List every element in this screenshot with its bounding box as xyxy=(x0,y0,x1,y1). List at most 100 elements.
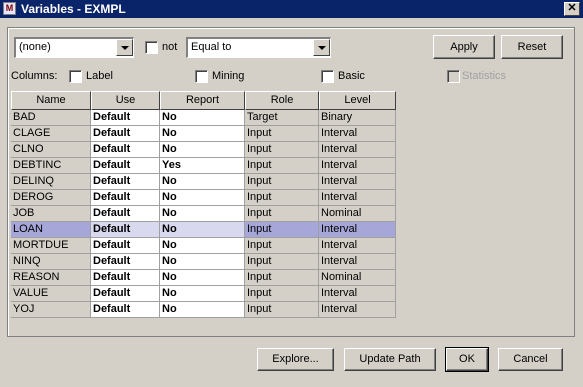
cell-use[interactable]: Default xyxy=(91,238,160,254)
update-path-button[interactable]: Update Path xyxy=(344,348,436,371)
cell-report[interactable]: No xyxy=(160,206,245,222)
apply-button[interactable]: Apply xyxy=(433,35,495,59)
cell-role[interactable]: Input xyxy=(245,286,319,302)
cell-level[interactable]: Nominal xyxy=(319,206,396,222)
columns-label-checkbox[interactable] xyxy=(69,70,82,83)
cell-level[interactable]: Interval xyxy=(319,286,396,302)
cell-use[interactable]: Default xyxy=(91,206,160,222)
cell-name[interactable]: YOJ xyxy=(11,302,91,318)
header-level[interactable]: Level xyxy=(319,91,396,110)
cell-name[interactable]: LOAN xyxy=(11,222,91,238)
cell-role[interactable]: Input xyxy=(245,254,319,270)
cell-level[interactable]: Interval xyxy=(319,302,396,318)
reset-button[interactable]: Reset xyxy=(501,35,563,59)
cell-use[interactable]: Default xyxy=(91,142,160,158)
cell-use[interactable]: Default xyxy=(91,158,160,174)
cell-report[interactable]: No xyxy=(160,254,245,270)
cell-name[interactable]: CLNO xyxy=(11,142,91,158)
cell-use[interactable]: Default xyxy=(91,302,160,318)
cell-report[interactable]: No xyxy=(160,126,245,142)
columns-mining-checkbox[interactable] xyxy=(195,70,208,83)
cell-report[interactable]: No xyxy=(160,222,245,238)
cell-level[interactable]: Nominal xyxy=(319,270,396,286)
header-role[interactable]: Role xyxy=(245,91,319,110)
cell-use[interactable]: Default xyxy=(91,222,160,238)
cell-use[interactable]: Default xyxy=(91,174,160,190)
cell-level[interactable]: Interval xyxy=(319,158,396,174)
cell-level[interactable]: Interval xyxy=(319,222,396,238)
table-row[interactable]: CLNO Default No Input Interval xyxy=(11,142,396,158)
cell-role[interactable]: Input xyxy=(245,174,319,190)
cell-role[interactable]: Input xyxy=(245,142,319,158)
table-row[interactable]: NINQ Default No Input Interval xyxy=(11,254,396,270)
table-row[interactable]: YOJ Default No Input Interval xyxy=(11,302,396,318)
table-row[interactable]: DEBTINC Default Yes Input Interval xyxy=(11,158,396,174)
cell-level[interactable]: Interval xyxy=(319,126,396,142)
cell-name[interactable]: DEBTINC xyxy=(11,158,91,174)
cell-role[interactable]: Input xyxy=(245,238,319,254)
cell-name[interactable]: DELINQ xyxy=(11,174,91,190)
cell-role[interactable]: Input xyxy=(245,270,319,286)
field-select-dropdown-button[interactable] xyxy=(116,39,133,56)
reset-button-label: Reset xyxy=(517,41,547,53)
cell-level[interactable]: Interval xyxy=(319,174,396,190)
cell-use[interactable]: Default xyxy=(91,110,160,126)
table-row[interactable]: VALUE Default No Input Interval xyxy=(11,286,396,302)
table-row[interactable]: CLAGE Default No Input Interval xyxy=(11,126,396,142)
cell-level[interactable]: Interval xyxy=(319,142,396,158)
table-row[interactable]: MORTDUE Default No Input Interval xyxy=(11,238,396,254)
operator-select[interactable]: Equal to xyxy=(186,37,331,58)
table-row[interactable]: DEROG Default No Input Interval xyxy=(11,190,396,206)
cell-report[interactable]: No xyxy=(160,270,245,286)
window-title: Variables - EXMPL xyxy=(21,2,126,16)
cell-name[interactable]: JOB xyxy=(11,206,91,222)
columns-basic-checkbox[interactable] xyxy=(321,70,334,83)
cell-report[interactable]: No xyxy=(160,286,245,302)
ok-button[interactable]: OK xyxy=(445,347,489,372)
cell-use[interactable]: Default xyxy=(91,286,160,302)
cell-level[interactable]: Binary xyxy=(319,110,396,126)
table-row[interactable]: DELINQ Default No Input Interval xyxy=(11,174,396,190)
cancel-button[interactable]: Cancel xyxy=(498,348,563,371)
explore-button[interactable]: Explore... xyxy=(257,348,334,371)
cell-role[interactable]: Target xyxy=(245,110,319,126)
cell-role[interactable]: Input xyxy=(245,158,319,174)
cell-report[interactable]: No xyxy=(160,238,245,254)
cell-name[interactable]: BAD xyxy=(11,110,91,126)
cell-name[interactable]: MORTDUE xyxy=(11,238,91,254)
cell-role[interactable]: Input xyxy=(245,302,319,318)
cell-role[interactable]: Input xyxy=(245,190,319,206)
header-use[interactable]: Use xyxy=(91,91,160,110)
table-row[interactable]: REASON Default No Input Nominal xyxy=(11,270,396,286)
cell-role[interactable]: Input xyxy=(245,206,319,222)
cell-use[interactable]: Default xyxy=(91,126,160,142)
cell-report[interactable]: No xyxy=(160,190,245,206)
table-row[interactable]: LOAN Default No Input Interval xyxy=(11,222,396,238)
cell-use[interactable]: Default xyxy=(91,254,160,270)
cell-name[interactable]: DEROG xyxy=(11,190,91,206)
table-row[interactable]: JOB Default No Input Nominal xyxy=(11,206,396,222)
close-icon[interactable]: ✕ xyxy=(564,2,580,16)
cell-name[interactable]: CLAGE xyxy=(11,126,91,142)
cell-level[interactable]: Interval xyxy=(319,254,396,270)
cell-report[interactable]: No xyxy=(160,142,245,158)
cell-report[interactable]: No xyxy=(160,174,245,190)
cell-name[interactable]: NINQ xyxy=(11,254,91,270)
cell-level[interactable]: Interval xyxy=(319,238,396,254)
cell-name[interactable]: VALUE xyxy=(11,286,91,302)
cell-report[interactable]: No xyxy=(160,302,245,318)
not-checkbox[interactable] xyxy=(145,41,158,54)
cell-use[interactable]: Default xyxy=(91,190,160,206)
field-select[interactable]: (none) xyxy=(14,37,134,58)
operator-select-dropdown-button[interactable] xyxy=(313,39,330,56)
table-row[interactable]: BAD Default No Target Binary xyxy=(11,110,396,126)
cell-report[interactable]: No xyxy=(160,110,245,126)
cell-name[interactable]: REASON xyxy=(11,270,91,286)
cell-level[interactable]: Interval xyxy=(319,190,396,206)
header-report[interactable]: Report xyxy=(160,91,245,110)
header-name[interactable]: Name xyxy=(11,91,91,110)
cell-role[interactable]: Input xyxy=(245,126,319,142)
cell-use[interactable]: Default xyxy=(91,270,160,286)
cell-role[interactable]: Input xyxy=(245,222,319,238)
cell-report[interactable]: Yes xyxy=(160,158,245,174)
